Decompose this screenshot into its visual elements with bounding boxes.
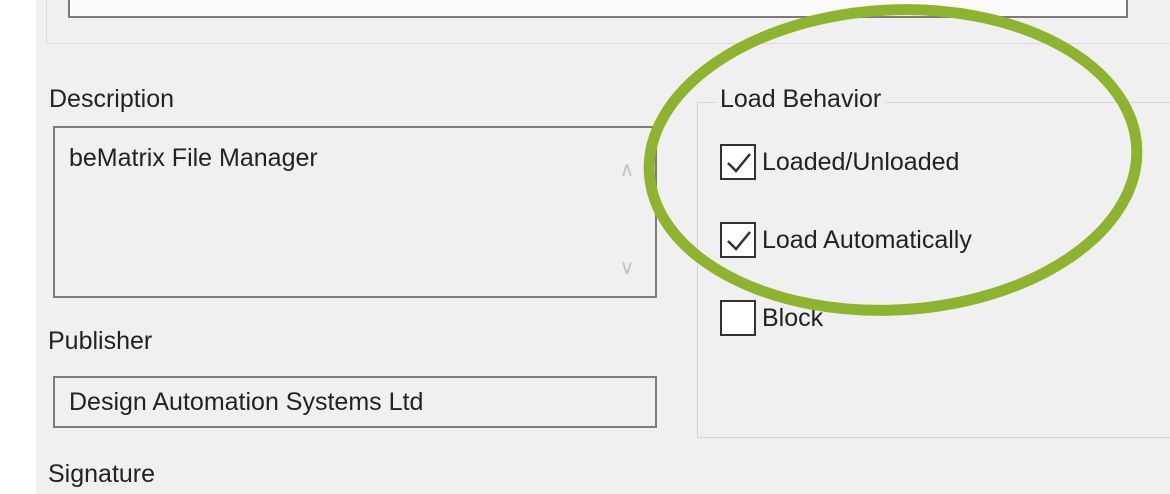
loaded-unloaded-checkbox[interactable] (720, 144, 756, 180)
loaded-unloaded-option[interactable]: Loaded/Unloaded (720, 142, 959, 182)
load-automatically-option[interactable]: Load Automatically (720, 220, 972, 260)
description-value: beMatrix File Manager (69, 144, 318, 172)
checkmark-icon (727, 153, 751, 173)
block-option[interactable]: Block (720, 298, 823, 338)
chevron-up-icon[interactable]: ∧ (617, 160, 637, 180)
publisher-field[interactable]: Design Automation Systems Ltd (53, 376, 657, 428)
checkmark-icon (727, 231, 751, 251)
top-text-field[interactable] (68, 0, 1128, 18)
loaded-unloaded-label: Loaded/Unloaded (762, 147, 960, 176)
signature-label: Signature (48, 460, 156, 488)
description-label: Description (49, 85, 175, 113)
load-automatically-label: Load Automatically (762, 225, 972, 254)
publisher-value: Design Automation Systems Ltd (69, 388, 424, 416)
block-label: Block (762, 303, 824, 332)
chevron-down-icon[interactable]: ∨ (617, 258, 637, 278)
block-checkbox[interactable] (720, 300, 756, 336)
load-behavior-title: Load Behavior (716, 85, 886, 114)
load-automatically-checkbox[interactable] (720, 222, 756, 258)
publisher-label: Publisher (48, 327, 153, 355)
description-textarea[interactable]: beMatrix File Manager ∧ ∨ (53, 126, 657, 298)
